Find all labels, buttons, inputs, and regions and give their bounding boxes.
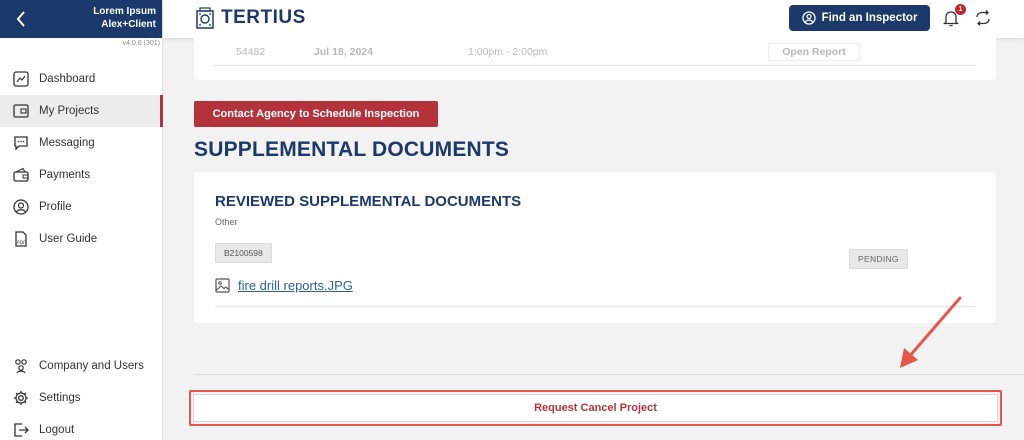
wallet-icon (12, 166, 30, 184)
document-file-link[interactable]: fire drill reports.JPG (238, 278, 353, 293)
inspection-card: 54482 Jul 18, 2024 1:00pm - 2:00pm Open … (194, 38, 996, 80)
sidebar-item-user-guide[interactable]: PDF User Guide (0, 223, 162, 255)
inspection-date: Jul 18, 2024 (314, 46, 373, 58)
status-badge: PENDING (849, 249, 908, 269)
sidebar-item-label: Payments (39, 169, 91, 181)
app-version: v4.0.6 (301) (122, 40, 160, 47)
user-name: Lorem Ipsum Alex+Client (93, 5, 156, 31)
refresh-icon (976, 10, 990, 26)
dashboard-icon (12, 70, 30, 88)
sidebar-item-settings[interactable]: Settings (0, 382, 162, 414)
profile-icon (12, 198, 30, 216)
document-title: REVIEWED SUPPLEMENTAL DOCUMENTS (215, 193, 522, 210)
notification-badge: 1 (955, 4, 966, 15)
sidebar-item-label: Messaging (39, 137, 95, 149)
sidebar-item-label: Profile (39, 201, 72, 213)
sidebar-header: Lorem Ipsum Alex+Client (0, 0, 162, 38)
messaging-icon (12, 134, 30, 152)
sidebar-item-label: Dashboard (39, 73, 96, 85)
find-inspector-button[interactable]: Find an Inspector (789, 5, 930, 31)
svg-text:PDF: PDF (17, 240, 26, 246)
chevron-left-icon (16, 11, 25, 27)
brand-logo[interactable]: TERTIUS (195, 7, 306, 29)
sidebar-item-label: Company and Users (39, 360, 144, 372)
building-logo-icon (196, 7, 214, 29)
open-report-button[interactable]: Open Report (768, 43, 860, 61)
request-cancel-button[interactable]: Request Cancel Project (193, 394, 998, 422)
user-name-line1: Lorem Ipsum (93, 6, 156, 17)
row-divider (214, 65, 976, 66)
brand-name: TERTIUS (221, 7, 306, 28)
content-divider (194, 374, 1024, 375)
find-inspector-label: Find an Inspector (821, 12, 918, 24)
refresh-button[interactable] (975, 9, 991, 32)
gear-icon (12, 389, 30, 407)
section-title: SUPPLEMENTAL DOCUMENTS (194, 138, 510, 161)
document-divider (215, 306, 975, 307)
primary-nav: Dashboard My Projects Messaging Payments… (0, 63, 163, 255)
document-subtitle: Other (215, 217, 238, 227)
inspection-id: 54482 (236, 46, 266, 58)
sidebar-item-logout[interactable]: Logout (0, 414, 162, 440)
sidebar-item-label: My Projects (39, 105, 100, 117)
user-name-line2: Alex+Client (101, 19, 156, 30)
document-code-badge: B2100598 (215, 243, 272, 263)
logout-icon (12, 421, 30, 439)
inspection-row: 54482 Jul 18, 2024 1:00pm - 2:00pm Open … (194, 38, 996, 66)
sidebar-item-label: User Guide (39, 233, 98, 245)
pdf-icon: PDF (12, 230, 30, 248)
sidebar-item-label: Settings (39, 392, 81, 404)
annotation-arrow-icon (900, 296, 962, 368)
secondary-nav: Company and Users Settings Logout (0, 350, 162, 440)
sidebar-item-label: Logout (39, 424, 75, 436)
users-icon (12, 357, 30, 375)
sidebar-item-company-users[interactable]: Company and Users (0, 350, 162, 382)
back-button[interactable] (6, 4, 36, 34)
document-file[interactable]: fire drill reports.JPG (215, 278, 353, 293)
sidebar-item-my-projects[interactable]: My Projects (0, 95, 163, 127)
image-file-icon (215, 278, 230, 293)
contact-agency-button[interactable]: Contact Agency to Schedule Inspection (194, 101, 438, 127)
top-header: TERTIUS Find an Inspector 1 (163, 0, 1024, 38)
sidebar: Lorem Ipsum Alex+Client v4.0.6 (301) Das… (0, 0, 163, 440)
sidebar-item-messaging[interactable]: Messaging (0, 127, 162, 159)
sidebar-item-payments[interactable]: Payments (0, 159, 162, 191)
inspector-search-icon (801, 11, 816, 25)
projects-icon (12, 102, 30, 120)
sidebar-item-dashboard[interactable]: Dashboard (0, 63, 162, 95)
document-card: REVIEWED SUPPLEMENTAL DOCUMENTS Other B2… (194, 172, 996, 323)
inspection-time: 1:00pm - 2:00pm (468, 46, 548, 58)
sidebar-item-profile[interactable]: Profile (0, 191, 162, 223)
